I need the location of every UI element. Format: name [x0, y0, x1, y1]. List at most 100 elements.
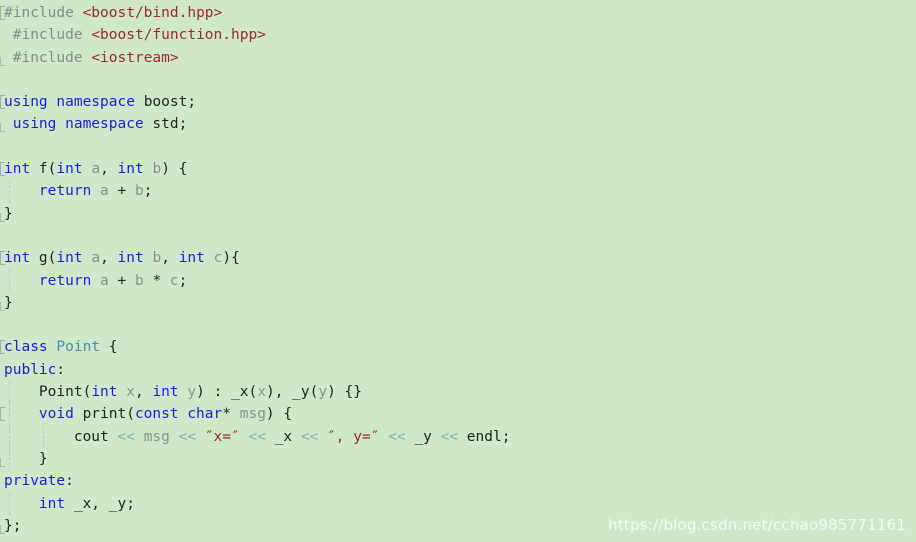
code-token: int [117, 161, 144, 178]
code-token: ) { [161, 161, 188, 178]
code-line[interactable]: #include <boost/function.hpp> [0, 24, 916, 46]
fold-end-icon[interactable] [0, 301, 5, 311]
code-token: ″x=″ [196, 428, 249, 445]
code-token: int [4, 161, 31, 178]
fold-start-icon[interactable] [0, 407, 5, 422]
fold-end-icon[interactable] [0, 56, 5, 66]
code-line[interactable]: using namespace boost; [0, 91, 916, 113]
code-editor[interactable]: #include <boost/bind.hpp> #include <boos… [0, 0, 916, 542]
code-line[interactable]: #include <iostream> [0, 47, 916, 69]
code-token: ; [143, 183, 153, 200]
code-line[interactable]: } [0, 292, 916, 314]
indent-guide [43, 425, 44, 448]
code-token: c [161, 272, 179, 289]
code-token: << [388, 428, 406, 445]
code-line[interactable]: #include <boost/bind.hpp> [0, 2, 916, 24]
code-token: a [91, 183, 118, 200]
code-token: g( [30, 250, 57, 267]
code-line[interactable]: using namespace std; [0, 113, 916, 135]
code-token: } [4, 205, 13, 222]
indent-guide [9, 381, 10, 404]
code-token: using namespace [4, 116, 153, 133]
code-token: int [178, 250, 205, 267]
code-line[interactable]: } [0, 447, 916, 471]
code-line[interactable]: int f(int a, int b) { [0, 158, 916, 180]
code-line[interactable] [0, 225, 916, 247]
code-token: int [152, 384, 179, 401]
code-token: a [82, 161, 101, 178]
code-token: cout [4, 428, 118, 445]
code-token: msg [134, 428, 179, 445]
code-token: y [318, 384, 328, 401]
code-token: << [178, 428, 197, 445]
code-line[interactable] [0, 314, 916, 336]
code-line[interactable]: cout << msg << ″x=″ << _x << ″, y=″ << _… [0, 425, 916, 448]
fold-start-icon[interactable] [0, 251, 5, 266]
code-token: std; [152, 116, 188, 133]
fold-end-icon[interactable] [0, 457, 5, 467]
code-line[interactable]: void print(const char* msg) { [0, 403, 916, 426]
code-token: return [4, 272, 92, 289]
code-line[interactable]: private: [0, 470, 916, 492]
code-token: * [222, 406, 231, 423]
indent-guide [9, 492, 10, 515]
code-token: int [117, 250, 144, 267]
code-token: public [4, 361, 57, 378]
code-line[interactable]: int g(int a, int b, int c){ [0, 247, 916, 269]
code-token: private [4, 473, 66, 490]
code-line[interactable]: }; [0, 515, 916, 537]
code-token: class [4, 339, 48, 356]
code-line[interactable] [0, 136, 916, 158]
code-line[interactable] [0, 69, 916, 91]
fold-start-icon[interactable] [0, 95, 5, 110]
code-token: x [257, 384, 266, 401]
code-token: a [91, 272, 118, 289]
indent-guide [9, 269, 10, 292]
code-line[interactable]: int _x, _y; [0, 492, 916, 515]
code-token: <boost/bind.hpp> [82, 5, 223, 21]
indent-guide [9, 180, 10, 203]
code-line[interactable]: return a + b * c; [0, 269, 916, 292]
code-token: #include [4, 5, 83, 21]
fold-end-icon[interactable] [0, 212, 5, 222]
code-token: b [143, 161, 162, 178]
code-token: #include [4, 27, 92, 44]
code-token: ) { [265, 406, 293, 423]
code-token: << [300, 428, 319, 445]
fold-start-icon[interactable] [0, 340, 5, 355]
fold-end-icon[interactable] [0, 524, 5, 534]
code-token: : [56, 361, 66, 378]
code-token: endl; [458, 428, 511, 445]
fold-start-icon[interactable] [0, 6, 5, 20]
code-text-area[interactable]: #include <boost/bind.hpp> #include <boos… [0, 0, 916, 542]
code-token: ){ [222, 250, 240, 267]
code-line[interactable]: return a + b; [0, 180, 916, 203]
code-token: b [126, 272, 153, 289]
code-line[interactable]: class Point { [0, 336, 916, 358]
code-token: << [248, 428, 266, 445]
code-token: int [56, 250, 83, 267]
code-line[interactable]: Point(int x, int y) : _x(x), _y(y) {} [0, 381, 916, 404]
code-token: using namespace [4, 94, 144, 111]
fold-start-icon[interactable] [0, 162, 5, 177]
code-token: } [4, 294, 13, 311]
code-token: f( [30, 161, 57, 178]
code-token: <iostream> [91, 49, 179, 66]
code-token: void [4, 406, 74, 423]
code-token: Point [47, 339, 101, 356]
code-line[interactable]: public: [0, 359, 916, 381]
code-token: return [4, 183, 92, 200]
code-token: ), _y( [265, 384, 319, 401]
code-token: print( [73, 406, 135, 423]
fold-end-icon[interactable] [0, 123, 5, 133]
code-token: const char [134, 406, 223, 423]
indent-guide [9, 425, 10, 448]
code-token: ; [178, 272, 188, 289]
code-token: , [100, 161, 118, 178]
code-token: ) : _x( [196, 384, 258, 401]
code-token: int [56, 161, 83, 178]
code-line[interactable]: } [0, 203, 916, 225]
code-token: + [117, 183, 127, 200]
code-token: _x [265, 428, 301, 445]
code-token: y [178, 384, 197, 401]
